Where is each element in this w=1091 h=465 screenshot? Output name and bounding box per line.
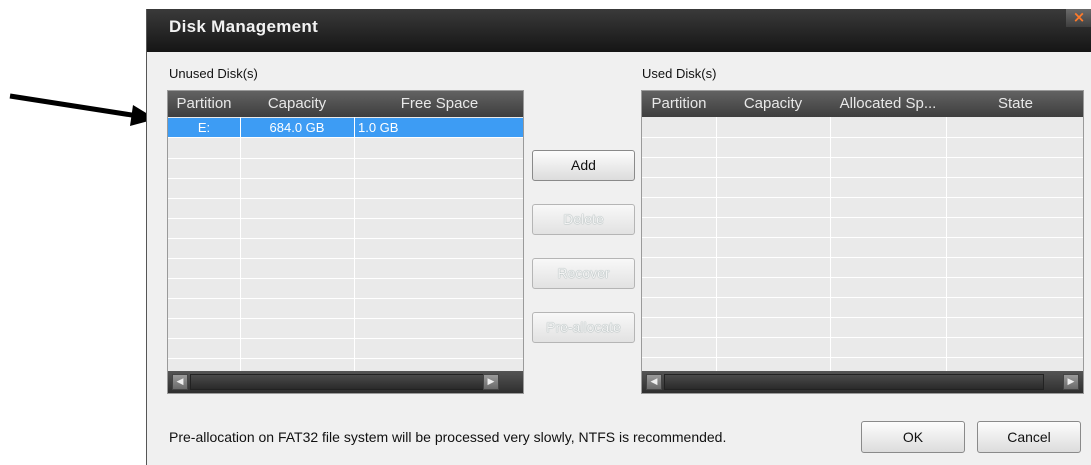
title-bar: Disk Management × xyxy=(147,9,1091,52)
cell-capacity: 684.0 GB xyxy=(269,120,325,135)
table-row[interactable] xyxy=(642,278,1083,298)
scroll-thumb[interactable] xyxy=(664,374,1044,390)
cell-partition: E: xyxy=(197,120,211,135)
column-divider xyxy=(830,117,831,371)
table-row[interactable] xyxy=(168,179,523,199)
add-button[interactable]: Add xyxy=(532,150,635,181)
column-capacity[interactable]: Capacity xyxy=(240,91,354,117)
used-disks-label: Used Disk(s) xyxy=(642,66,717,81)
scroll-thumb[interactable] xyxy=(190,374,490,390)
scroll-left-icon[interactable]: ◀ xyxy=(646,374,662,390)
table-row[interactable] xyxy=(168,199,523,219)
column-capacity[interactable]: Capacity xyxy=(716,91,830,117)
table-row[interactable] xyxy=(642,318,1083,338)
column-partition[interactable]: Partition xyxy=(642,91,716,117)
table-row[interactable] xyxy=(168,139,523,159)
column-divider xyxy=(716,117,717,371)
table-row[interactable] xyxy=(642,198,1083,218)
table-row[interactable] xyxy=(168,239,523,259)
recover-button[interactable]: Recover xyxy=(532,258,635,289)
table-row[interactable] xyxy=(168,219,523,239)
column-divider xyxy=(354,117,355,371)
disk-management-dialog: Disk Management × Unused Disk(s) Partiti… xyxy=(146,9,1091,465)
footer-note: Pre-allocation on FAT32 file system will… xyxy=(169,429,727,445)
table-row[interactable] xyxy=(642,118,1083,138)
column-partition[interactable]: Partition xyxy=(168,91,240,117)
table-row[interactable] xyxy=(642,258,1083,278)
used-table-header: Partition Capacity Allocated Sp... State xyxy=(642,91,1083,117)
column-divider xyxy=(946,117,947,371)
column-free-space[interactable]: Free Space xyxy=(354,91,523,117)
used-horizontal-scrollbar[interactable]: ◀ ▶ xyxy=(642,371,1083,393)
cancel-button[interactable]: Cancel xyxy=(977,421,1081,453)
table-row[interactable] xyxy=(168,159,523,179)
used-disks-table[interactable]: Partition Capacity Allocated Sp... State… xyxy=(641,90,1084,394)
table-row[interactable] xyxy=(168,259,523,279)
table-row[interactable] xyxy=(168,299,523,319)
unused-disks-label: Unused Disk(s) xyxy=(169,66,258,81)
table-row[interactable] xyxy=(168,279,523,299)
unused-table-header: Partition Capacity Free Space xyxy=(168,91,523,117)
ok-button[interactable]: OK xyxy=(861,421,965,453)
table-row[interactable] xyxy=(642,158,1083,178)
scroll-right-icon[interactable]: ▶ xyxy=(1063,374,1079,390)
unused-disks-table[interactable]: Partition Capacity Free Space E: 684.0 G… xyxy=(167,90,524,394)
preallocate-button[interactable]: Pre-allocate xyxy=(532,312,635,343)
column-divider xyxy=(240,117,241,371)
scroll-left-icon[interactable]: ◀ xyxy=(172,374,188,390)
table-row[interactable] xyxy=(642,298,1083,318)
table-row[interactable] xyxy=(168,319,523,339)
table-row[interactable] xyxy=(168,339,523,359)
annotation-arrow-partition xyxy=(9,93,156,126)
table-row-selected[interactable]: E: 684.0 GB 1.0 GB xyxy=(168,118,523,138)
scroll-right-icon[interactable]: ▶ xyxy=(483,374,499,390)
table-row[interactable] xyxy=(642,178,1083,198)
table-row[interactable] xyxy=(642,238,1083,258)
table-row[interactable] xyxy=(642,138,1083,158)
cell-free-space: 1.0 GB xyxy=(358,120,399,135)
table-row[interactable] xyxy=(642,338,1083,358)
unused-horizontal-scrollbar[interactable]: ◀ ▶ xyxy=(168,371,523,393)
dialog-title: Disk Management xyxy=(169,17,319,36)
delete-button[interactable]: Delete xyxy=(532,204,635,235)
column-state[interactable]: State xyxy=(946,91,1083,117)
close-button[interactable]: × xyxy=(1066,9,1091,27)
table-row[interactable] xyxy=(642,218,1083,238)
column-allocated-space[interactable]: Allocated Sp... xyxy=(830,91,946,117)
